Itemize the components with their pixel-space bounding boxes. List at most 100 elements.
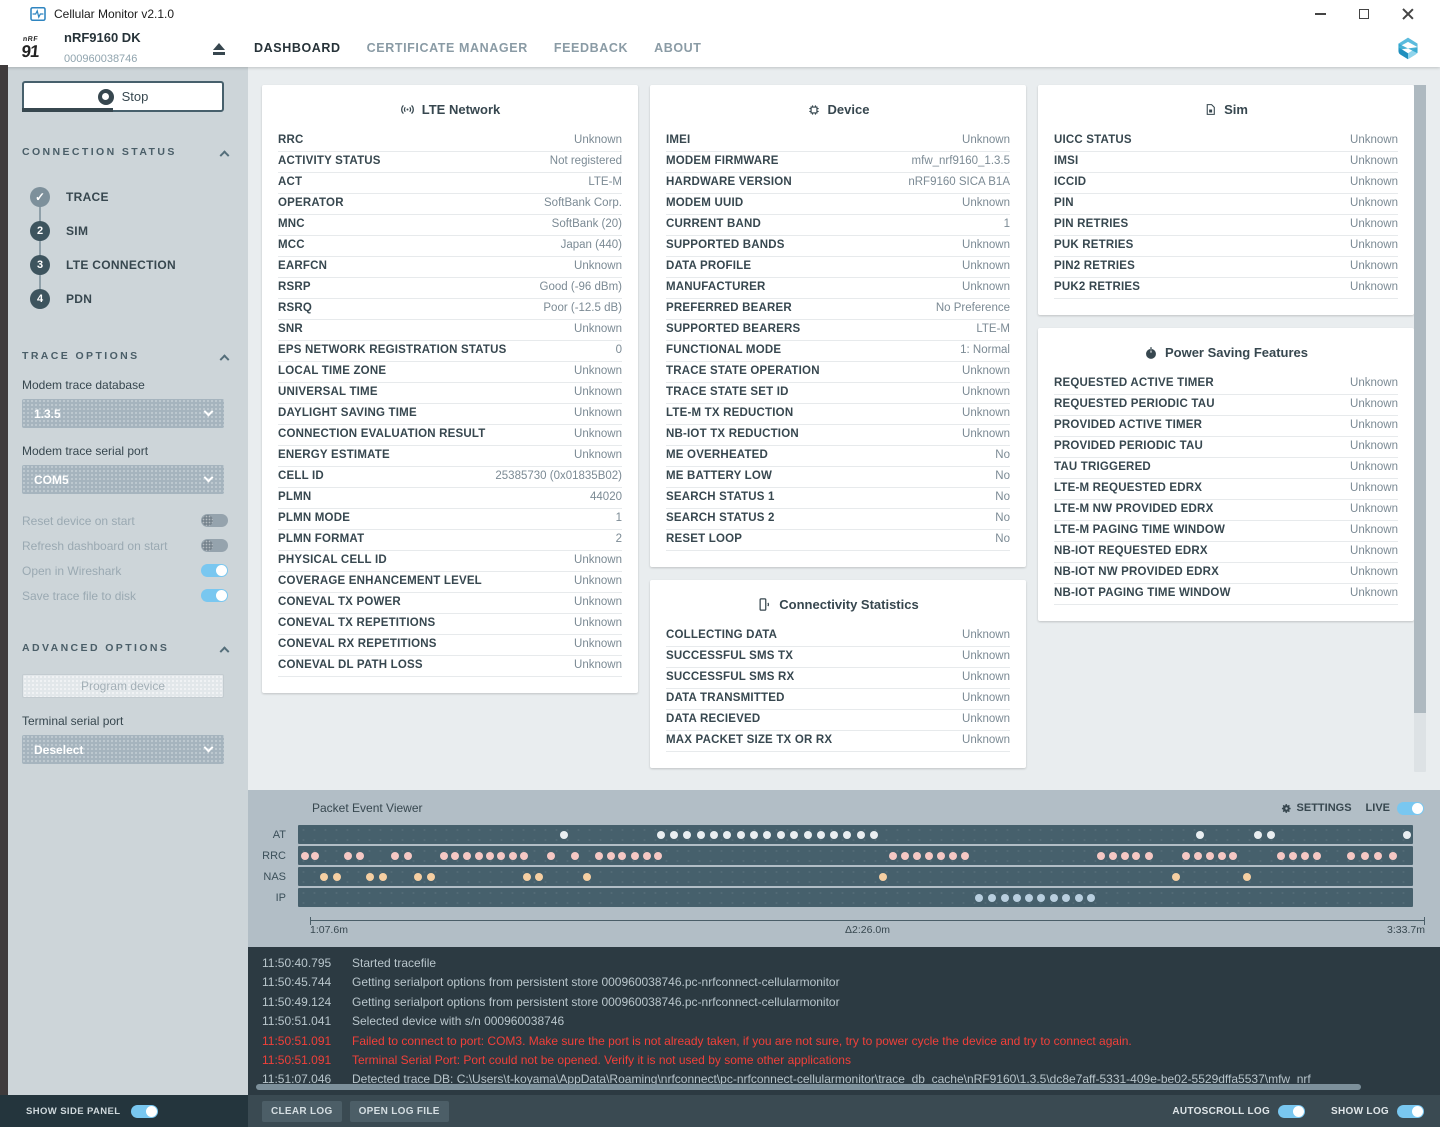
- packet-dot[interactable]: [1229, 852, 1237, 860]
- packet-dot[interactable]: [1050, 894, 1058, 902]
- reset-device-on-start-toggle[interactable]: [201, 514, 228, 527]
- packet-dot[interactable]: [1196, 831, 1204, 839]
- packet-dot[interactable]: [1289, 852, 1297, 860]
- packet-dot[interactable]: [356, 852, 364, 860]
- terminal-serial-port-select[interactable]: Deselect: [22, 735, 224, 764]
- packet-dot[interactable]: [463, 852, 471, 860]
- packet-dot[interactable]: [1403, 831, 1411, 839]
- save-trace-file-to-disk-toggle[interactable]: [201, 589, 228, 602]
- packet-dot[interactable]: [547, 852, 555, 860]
- packet-dot[interactable]: [1109, 852, 1117, 860]
- packet-dot[interactable]: [879, 873, 887, 881]
- packet-dot[interactable]: [523, 873, 531, 881]
- packet-dot[interactable]: [451, 852, 459, 860]
- close-button[interactable]: [1386, 1, 1430, 27]
- modem-trace-serial-port-select[interactable]: COM5: [22, 465, 224, 494]
- packet-dot[interactable]: [366, 873, 374, 881]
- dashboard-scrollbar[interactable]: [1414, 85, 1426, 772]
- packet-dot[interactable]: [404, 852, 412, 860]
- packet-dot[interactable]: [486, 852, 494, 860]
- packet-dot[interactable]: [1218, 852, 1226, 860]
- packet-dot[interactable]: [1132, 852, 1140, 860]
- tab-certificate-manager[interactable]: CERTIFICATE MANAGER: [367, 41, 528, 55]
- packet-dot[interactable]: [901, 852, 909, 860]
- packet-dot[interactable]: [631, 852, 639, 860]
- packet-dot[interactable]: [497, 852, 505, 860]
- packet-dot[interactable]: [1172, 873, 1180, 881]
- packet-dot[interactable]: [1347, 852, 1355, 860]
- modem-trace-database-select[interactable]: 1.3.5: [22, 399, 224, 428]
- packet-dot[interactable]: [790, 831, 798, 839]
- packet-dot[interactable]: [949, 852, 957, 860]
- packet-dot[interactable]: [320, 873, 328, 881]
- packet-dot[interactable]: [654, 852, 662, 860]
- program-device-button[interactable]: Program device: [22, 674, 224, 698]
- show-side-panel-toggle[interactable]: [131, 1105, 158, 1118]
- packet-dot[interactable]: [1277, 852, 1285, 860]
- packet-dot[interactable]: [1267, 831, 1275, 839]
- packet-dot[interactable]: [1013, 894, 1021, 902]
- tab-about[interactable]: ABOUT: [654, 41, 701, 55]
- packet-dot[interactable]: [913, 852, 921, 860]
- settings-button[interactable]: SETTINGS: [1281, 802, 1352, 814]
- packet-dot[interactable]: [1361, 852, 1369, 860]
- packet-dot[interactable]: [1182, 852, 1190, 860]
- connection-status-header[interactable]: CONNECTION STATUS: [22, 146, 228, 158]
- packet-dot[interactable]: [379, 873, 387, 881]
- packet-dot[interactable]: [988, 894, 996, 902]
- open-in-wireshark-toggle[interactable]: [201, 564, 228, 577]
- packet-dot[interactable]: [1301, 852, 1309, 860]
- packet-dot[interactable]: [1254, 831, 1262, 839]
- packet-dot[interactable]: [723, 831, 731, 839]
- packet-dot[interactable]: [535, 873, 543, 881]
- refresh-dashboard-on-start-toggle[interactable]: [201, 539, 228, 552]
- packet-dot[interactable]: [870, 831, 878, 839]
- packet-dot[interactable]: [1075, 894, 1083, 902]
- packet-dot[interactable]: [961, 852, 969, 860]
- lane-track[interactable]: [298, 867, 1413, 886]
- packet-dot[interactable]: [414, 873, 422, 881]
- packet-dot[interactable]: [311, 852, 319, 860]
- packet-dot[interactable]: [937, 852, 945, 860]
- open-log-file-button[interactable]: OPEN LOG FILE: [350, 1101, 449, 1122]
- packet-dot[interactable]: [1037, 894, 1045, 902]
- show-log-toggle[interactable]: [1397, 1105, 1424, 1118]
- clear-log-button[interactable]: CLEAR LOG: [262, 1101, 342, 1122]
- packet-dot[interactable]: [670, 831, 678, 839]
- packet-dot[interactable]: [560, 831, 568, 839]
- lane-track[interactable]: [298, 846, 1413, 865]
- packet-dot[interactable]: [710, 831, 718, 839]
- lane-track[interactable]: [298, 825, 1413, 844]
- packet-dot[interactable]: [475, 852, 483, 860]
- scrollbar-thumb[interactable]: [1414, 85, 1426, 713]
- packet-dot[interactable]: [1194, 852, 1202, 860]
- packet-dot[interactable]: [1374, 852, 1382, 860]
- tab-dashboard[interactable]: DASHBOARD: [254, 41, 341, 55]
- packet-dot[interactable]: [643, 852, 651, 860]
- packet-dot[interactable]: [618, 852, 626, 860]
- packet-dot[interactable]: [301, 852, 309, 860]
- packet-dot[interactable]: [1087, 894, 1095, 902]
- packet-dot[interactable]: [440, 852, 448, 860]
- packet-dot[interactable]: [925, 852, 933, 860]
- log-horizontal-scrollbar[interactable]: [256, 1084, 1361, 1090]
- packet-dot[interactable]: [391, 852, 399, 860]
- packet-dot[interactable]: [817, 831, 825, 839]
- eject-icon[interactable]: [212, 43, 226, 55]
- packet-dot[interactable]: [657, 831, 665, 839]
- packet-dot[interactable]: [763, 831, 771, 839]
- maximize-button[interactable]: [1342, 1, 1386, 27]
- packet-dot[interactable]: [1121, 852, 1129, 860]
- packet-dot[interactable]: [1025, 894, 1033, 902]
- packet-dot[interactable]: [737, 831, 745, 839]
- advanced-options-header[interactable]: ADVANCED OPTIONS: [22, 642, 228, 654]
- packet-dot[interactable]: [509, 852, 517, 860]
- packet-dot[interactable]: [750, 831, 758, 839]
- packet-dot[interactable]: [889, 852, 897, 860]
- packet-dot[interactable]: [683, 831, 691, 839]
- packet-dot[interactable]: [1062, 894, 1070, 902]
- packet-dot[interactable]: [843, 831, 851, 839]
- stop-button[interactable]: Stop: [22, 81, 224, 112]
- packet-dot[interactable]: [1206, 852, 1214, 860]
- packet-dot[interactable]: [1145, 852, 1153, 860]
